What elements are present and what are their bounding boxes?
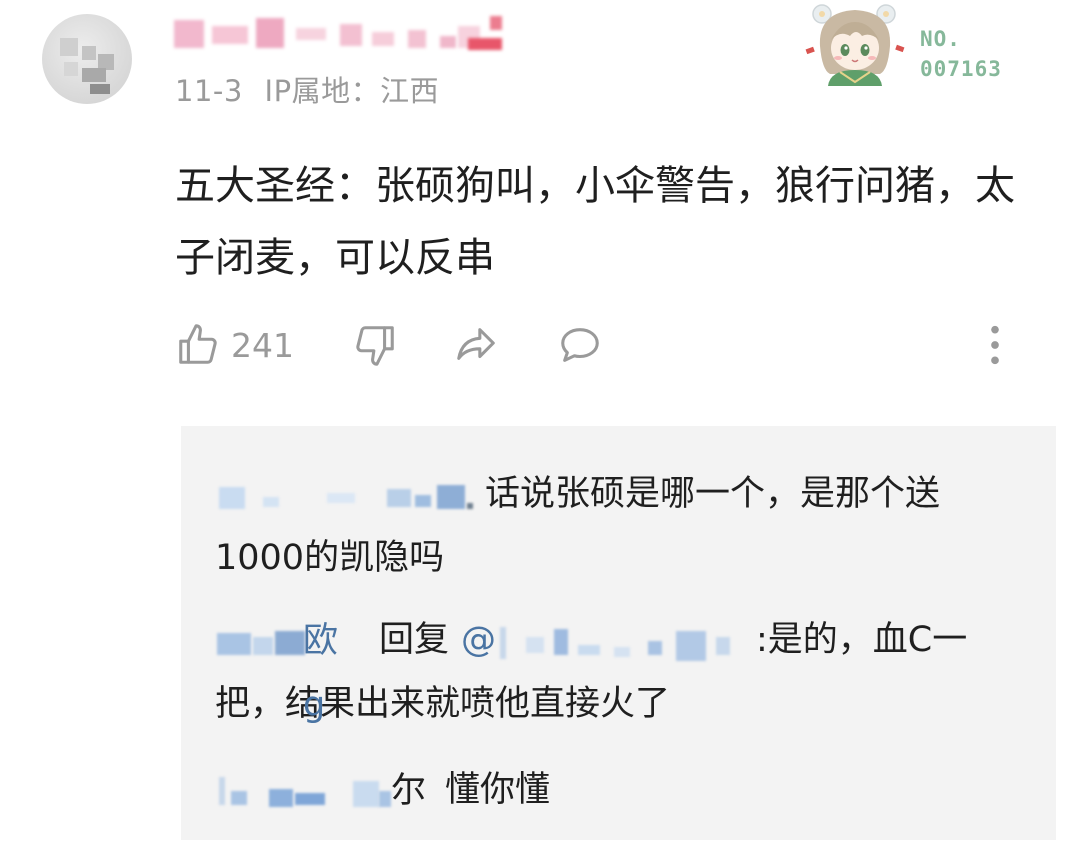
replies-panel[interactable]: 话说张硕是哪一个，是那个送1000的凯隐吗 欧g 回复 @ :是的，血C一把，结果… (181, 426, 1056, 840)
fan-badge[interactable]: NO. 007163 (800, 0, 1020, 86)
reply-author-redacted[interactable]: 尔 (215, 771, 426, 811)
reply-author-redacted[interactable] (215, 475, 485, 515)
like-count: 241 (231, 325, 294, 365)
comment-icon (561, 328, 599, 362)
reply-item[interactable]: 话说张硕是哪一个，是那个送1000的凯隐吗 (215, 462, 1015, 590)
ip-location: IP属地：江西 (264, 74, 440, 108)
reply-author-suffix: 欧g (303, 621, 339, 725)
reply-keyword: 回复 (379, 620, 450, 660)
mention-link[interactable]: @ (461, 620, 756, 661)
dislike-button[interactable] (352, 318, 398, 372)
reply-text: 懂你懂 (445, 770, 551, 810)
reply-author-redacted[interactable]: 欧g (215, 621, 345, 725)
share-icon (457, 328, 495, 360)
comment-action-bar: 241 (0, 318, 1080, 372)
anime-girl-badge-icon (805, 4, 905, 86)
comment-date: 11-3 (175, 74, 243, 108)
badge-number: NO. 007163 (920, 24, 1002, 84)
reply-button[interactable] (556, 318, 604, 372)
thumbs-down-icon (356, 326, 394, 366)
share-button[interactable] (452, 318, 500, 372)
more-vertical-icon (991, 325, 999, 365)
more-options-button[interactable] (980, 318, 1010, 372)
reply-item[interactable]: 尔 懂你懂 (215, 758, 1015, 822)
mention-user-redacted[interactable] (496, 621, 756, 661)
badge-no-label: NO. (920, 27, 961, 51)
badge-no-value: 007163 (920, 57, 1002, 81)
reply-item[interactable]: 欧g 回复 @ :是的，血C一把，结果出来就喷他直接火了 (215, 608, 1015, 736)
mention-at: @ (461, 620, 497, 660)
like-button[interactable]: 241 (175, 318, 294, 372)
comment-content: 五大圣经：张硕狗叫，小伞警告，狼行问猪，太子闭麦，可以反串 (175, 163, 1015, 281)
comment-meta: 11-3 IP属地：江西 (175, 68, 439, 110)
username-redacted[interactable] (172, 12, 506, 52)
thumbs-up-icon (179, 324, 217, 364)
avatar[interactable] (42, 14, 132, 104)
reply-author-suffix: 尔 (391, 771, 427, 811)
